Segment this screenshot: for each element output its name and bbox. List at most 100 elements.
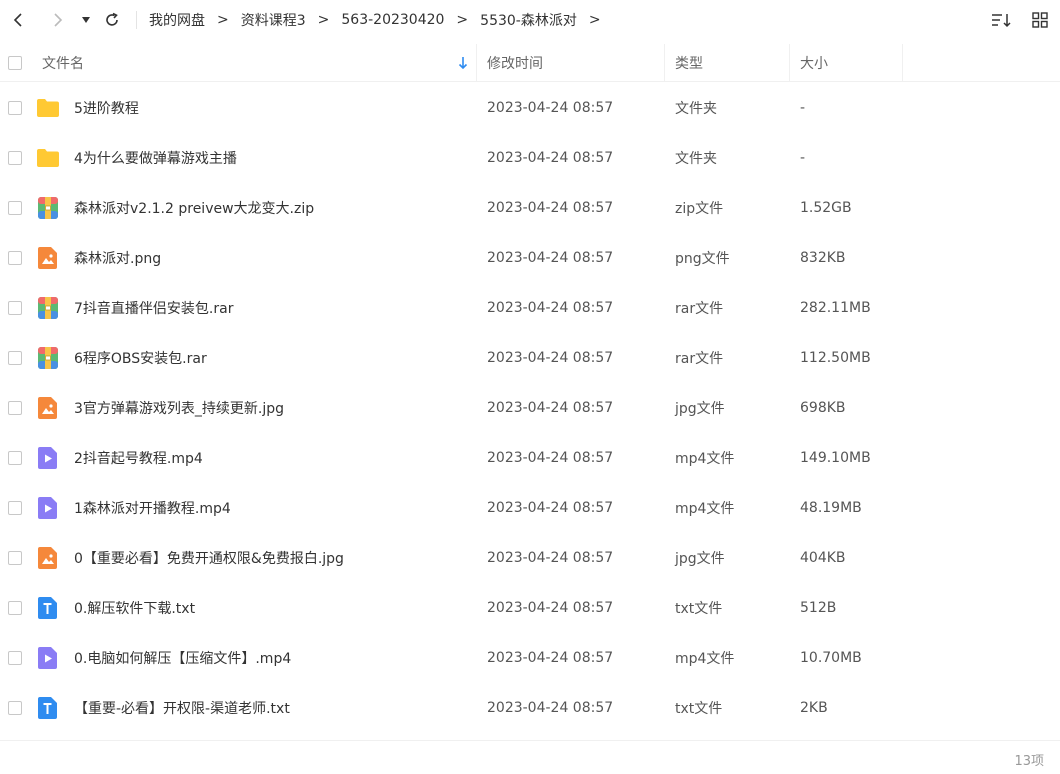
- file-name[interactable]: 6程序OBS安装包.rar: [74, 348, 207, 368]
- column-header-name[interactable]: 文件名: [30, 43, 477, 82]
- file-modified: 2023-04-24 08:57: [487, 400, 614, 416]
- folder-icon: [36, 96, 60, 120]
- file-name[interactable]: 0.电脑如何解压【压缩文件】.mp4: [74, 648, 291, 668]
- row-checkbox-cell: [0, 601, 30, 615]
- breadcrumb-item[interactable]: 5530-森林派对: [480, 10, 577, 30]
- file-size: 698KB: [800, 400, 846, 416]
- file-name[interactable]: 5进阶教程: [74, 98, 139, 118]
- video-icon: [36, 496, 60, 520]
- row-checkbox[interactable]: [8, 651, 22, 665]
- sort-list-icon: [992, 14, 1011, 28]
- row-checkbox[interactable]: [8, 301, 22, 315]
- file-type: png文件: [675, 251, 730, 267]
- file-row[interactable]: 0.电脑如何解压【压缩文件】.mp4 2023-04-24 08:57 mp4文件 1…: [0, 633, 1060, 683]
- file-type: 文件夹: [675, 151, 717, 167]
- file-row[interactable]: 6程序OBS安装包.rar 2023-04-24 08:57 rar文件 112.50…: [0, 333, 1060, 383]
- row-checkbox[interactable]: [8, 401, 22, 415]
- file-name[interactable]: 1森林派对开播教程.mp4: [74, 498, 231, 518]
- file-name-cell[interactable]: 4为什么要做弹幕游戏主播: [30, 146, 477, 170]
- column-header-type[interactable]: 类型: [665, 43, 790, 82]
- file-type: mp4文件: [675, 451, 735, 467]
- file-row[interactable]: 0【重要必看】免费开通权限&免费报白.jpg 2023-04-24 08:57 jp…: [0, 533, 1060, 583]
- row-checkbox[interactable]: [8, 701, 22, 715]
- breadcrumb-item[interactable]: 资料课程3: [241, 10, 306, 30]
- row-checkbox[interactable]: [8, 351, 22, 365]
- file-row[interactable]: 2抖音起号教程.mp4 2023-04-24 08:57 mp4文件 149.10MB: [0, 433, 1060, 483]
- file-name-cell[interactable]: 3官方弹幕游戏列表_持续更新.jpg: [30, 396, 477, 420]
- back-button[interactable]: [6, 8, 30, 32]
- file-row[interactable]: 1森林派对开播教程.mp4 2023-04-24 08:57 mp4文件 48.19M…: [0, 483, 1060, 533]
- file-name-cell[interactable]: 1森林派对开播教程.mp4: [30, 496, 477, 520]
- file-name-cell[interactable]: 森林派对.png: [30, 246, 477, 270]
- file-row[interactable]: 3官方弹幕游戏列表_持续更新.jpg 2023-04-24 08:57 jpg文件 6…: [0, 383, 1060, 433]
- file-name-cell[interactable]: 森林派对v2.1.2 preivew大龙变大.zip: [30, 196, 477, 220]
- row-checkbox[interactable]: [8, 201, 22, 215]
- file-name-cell[interactable]: 0.电脑如何解压【压缩文件】.mp4: [30, 646, 477, 670]
- file-row[interactable]: 森林派对v2.1.2 preivew大龙变大.zip 2023-04-24 08:…: [0, 183, 1060, 233]
- refresh-button[interactable]: [100, 8, 124, 32]
- file-name-cell[interactable]: 2抖音起号教程.mp4: [30, 446, 477, 470]
- select-all-checkbox[interactable]: [8, 55, 22, 70]
- toolbar: 我的网盘 > 资料课程3 > 563-20230420 > 5530-森林派对 …: [0, 0, 1060, 40]
- file-row[interactable]: 5进阶教程 2023-04-24 08:57 文件夹 -: [0, 83, 1060, 133]
- file-size: -: [800, 100, 806, 116]
- item-count: 13项: [1014, 754, 1044, 769]
- file-name-cell[interactable]: 5进阶教程: [30, 96, 477, 120]
- file-name[interactable]: 4为什么要做弹幕游戏主播: [74, 148, 237, 168]
- breadcrumb-item[interactable]: 我的网盘: [149, 10, 205, 30]
- file-name[interactable]: 森林派对.png: [74, 248, 161, 268]
- row-checkbox[interactable]: [8, 601, 22, 615]
- row-checkbox-cell: [0, 101, 30, 115]
- column-header-modified[interactable]: 修改时间: [477, 43, 665, 82]
- forward-button[interactable]: [46, 8, 70, 32]
- file-row[interactable]: 0.解压软件下载.txt 2023-04-24 08:57 txt文件 512B: [0, 583, 1060, 633]
- file-modified: 2023-04-24 08:57: [487, 550, 614, 566]
- file-modified: 2023-04-24 08:57: [487, 450, 614, 466]
- chevron-left-icon: [13, 13, 22, 27]
- column-header-size[interactable]: 大小: [790, 43, 903, 82]
- file-row[interactable]: 4为什么要做弹幕游戏主播 2023-04-24 08:57 文件夹 -: [0, 133, 1060, 183]
- file-name[interactable]: 【重要-必看】开权限-渠道老师.txt: [74, 698, 290, 718]
- file-name[interactable]: 0【重要必看】免费开通权限&免费报白.jpg: [74, 548, 344, 568]
- file-name-cell[interactable]: 【重要-必看】开权限-渠道老师.txt: [30, 696, 477, 720]
- toolbar-divider: [136, 11, 137, 29]
- file-row[interactable]: 森林派对.png 2023-04-24 08:57 png文件 832KB: [0, 233, 1060, 283]
- sort-button[interactable]: [990, 8, 1014, 32]
- file-type: mp4文件: [675, 651, 735, 667]
- file-name[interactable]: 3官方弹幕游戏列表_持续更新.jpg: [74, 398, 284, 418]
- file-name-cell[interactable]: 7抖音直播伴侣安装包.rar: [30, 296, 477, 320]
- row-checkbox[interactable]: [8, 501, 22, 515]
- row-checkbox[interactable]: [8, 251, 22, 265]
- file-name[interactable]: 7抖音直播伴侣安装包.rar: [74, 298, 233, 318]
- chevron-right-icon: [54, 13, 63, 27]
- breadcrumb-item[interactable]: 563-20230420: [341, 12, 444, 28]
- image-icon: [36, 246, 60, 270]
- breadcrumb-separator: >: [588, 12, 601, 28]
- row-checkbox[interactable]: [8, 151, 22, 165]
- file-name-cell[interactable]: 0.解压软件下载.txt: [30, 596, 477, 620]
- row-checkbox[interactable]: [8, 101, 22, 115]
- history-dropdown-button[interactable]: [78, 8, 94, 32]
- sort-down-arrow-icon: [458, 56, 468, 69]
- row-checkbox[interactable]: [8, 551, 22, 565]
- file-row[interactable]: 7抖音直播伴侣安装包.rar 2023-04-24 08:57 rar文件 282.1…: [0, 283, 1060, 333]
- row-checkbox-cell: [0, 351, 30, 365]
- file-name[interactable]: 森林派对v2.1.2 preivew大龙变大.zip: [74, 198, 314, 218]
- file-modified: 2023-04-24 08:57: [487, 500, 614, 516]
- file-row[interactable]: 【重要-必看】开权限-渠道老师.txt 2023-04-24 08:57 txt文件…: [0, 683, 1060, 733]
- row-checkbox[interactable]: [8, 451, 22, 465]
- file-size: 832KB: [800, 250, 846, 266]
- file-modified: 2023-04-24 08:57: [487, 250, 614, 266]
- file-name[interactable]: 0.解压软件下载.txt: [74, 598, 195, 618]
- file-name-cell[interactable]: 6程序OBS安装包.rar: [30, 346, 477, 370]
- select-all-cell: [0, 44, 30, 82]
- row-checkbox-cell: [0, 301, 30, 315]
- video-icon: [36, 646, 60, 670]
- breadcrumb-separator: >: [456, 12, 469, 28]
- grid-view-button[interactable]: [1028, 8, 1052, 32]
- file-name-cell[interactable]: 0【重要必看】免费开通权限&免费报白.jpg: [30, 546, 477, 570]
- row-checkbox-cell: [0, 551, 30, 565]
- file-size: 48.19MB: [800, 500, 862, 516]
- file-size: 512B: [800, 600, 837, 616]
- file-name[interactable]: 2抖音起号教程.mp4: [74, 448, 203, 468]
